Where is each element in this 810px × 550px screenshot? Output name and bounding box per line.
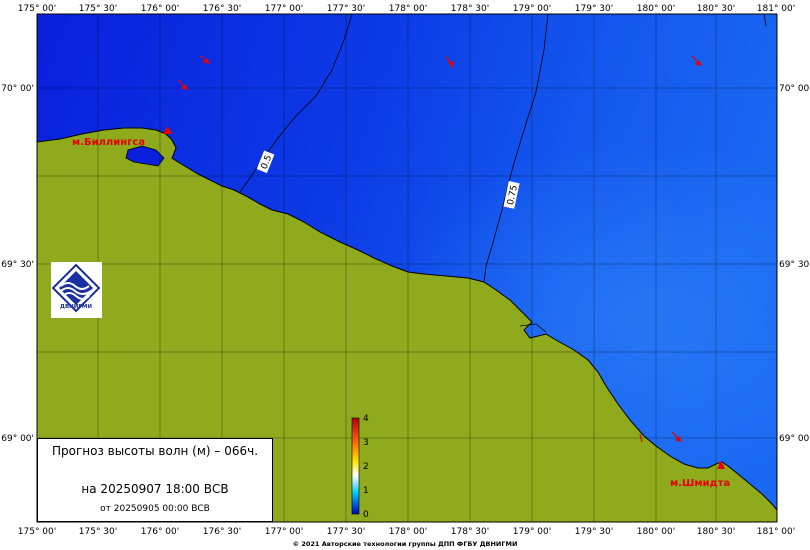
svg-text:176° 00': 176° 00' bbox=[141, 527, 179, 537]
svg-text:176° 30': 176° 30' bbox=[203, 527, 241, 537]
svg-text:69° 00': 69° 00' bbox=[779, 434, 810, 444]
svg-text:69° 30': 69° 30' bbox=[779, 260, 810, 270]
forecast-title: Прогноз высоты волн (м) – 066ч. bbox=[51, 444, 259, 458]
svg-text:180° 00': 180° 00' bbox=[637, 527, 675, 537]
svg-text:181° 00': 181° 00' bbox=[757, 527, 795, 537]
svg-text:179° 30': 179° 30' bbox=[575, 527, 613, 537]
svg-text:177° 00': 177° 00' bbox=[265, 527, 303, 537]
svg-text:179° 00': 179° 00' bbox=[513, 4, 551, 14]
svg-text:178° 30': 178° 30' bbox=[451, 4, 489, 14]
svg-text:175° 00': 175° 00' bbox=[18, 527, 56, 537]
svg-text:177° 00': 177° 00' bbox=[265, 4, 303, 14]
forecast-title-box: Прогноз высоты волн (м) – 066ч. на 20250… bbox=[37, 438, 273, 522]
svg-text:178° 30': 178° 30' bbox=[451, 527, 489, 537]
svg-text:69° 00': 69° 00' bbox=[1, 434, 34, 444]
svg-text:181° 00': 181° 00' bbox=[757, 4, 795, 14]
legend-tick: 3 bbox=[363, 438, 369, 448]
svg-text:175° 00': 175° 00' bbox=[18, 4, 56, 14]
svg-text:180° 30': 180° 30' bbox=[697, 527, 735, 537]
svg-text:178° 00': 178° 00' bbox=[389, 527, 427, 537]
svg-text:179° 30': 179° 30' bbox=[575, 4, 613, 14]
svg-text:176° 00': 176° 00' bbox=[141, 4, 179, 14]
svg-text:178° 00': 178° 00' bbox=[389, 4, 427, 14]
forecast-valid-time: на 20250907 18:00 ВСВ bbox=[81, 482, 229, 496]
place-label-schmidt: м.Шмидта bbox=[670, 478, 730, 489]
svg-text:70° 00': 70° 00' bbox=[779, 84, 810, 94]
logo-caption: ДВНИГМИ bbox=[60, 304, 92, 310]
legend-tick: 0 bbox=[363, 510, 369, 520]
forecast-base-time: от 20250905 00:00 ВСВ bbox=[100, 504, 210, 514]
svg-text:177° 30': 177° 30' bbox=[327, 4, 365, 14]
place-label-billings: м.Биллингса bbox=[72, 137, 145, 148]
svg-text:175° 30': 175° 30' bbox=[79, 527, 117, 537]
svg-text:177° 30': 177° 30' bbox=[327, 527, 365, 537]
svg-text:179° 00': 179° 00' bbox=[513, 527, 551, 537]
legend-tick: 2 bbox=[363, 462, 369, 472]
svg-text:176° 30': 176° 30' bbox=[203, 4, 241, 14]
svg-text:69° 30': 69° 30' bbox=[1, 260, 34, 270]
svg-text:180° 30': 180° 30' bbox=[697, 4, 735, 14]
legend-tick: 1 bbox=[363, 486, 369, 496]
svg-text:175° 30': 175° 30' bbox=[79, 4, 117, 14]
svg-text:70° 00': 70° 00' bbox=[1, 84, 34, 94]
svg-text:180° 00': 180° 00' bbox=[637, 4, 675, 14]
legend-tick: 4 bbox=[363, 414, 369, 424]
legend-bar bbox=[351, 417, 360, 515]
dvnigmi-logo-icon: ДВНИГМИ bbox=[51, 262, 102, 318]
copyright-text: © 2021 Авторские технологии группы ДПП Ф… bbox=[293, 540, 518, 548]
